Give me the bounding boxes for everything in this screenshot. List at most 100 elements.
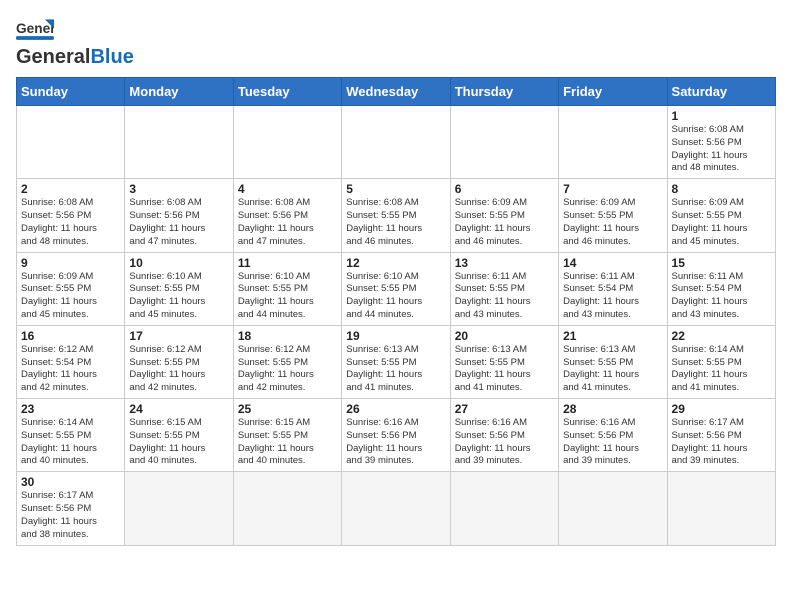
day-info: Sunrise: 6:08 AM Sunset: 5:56 PM Dayligh… <box>238 197 337 248</box>
calendar-cell <box>125 472 233 545</box>
logo-blue: Blue <box>90 46 133 69</box>
calendar-cell <box>667 472 775 545</box>
day-info: Sunrise: 6:11 AM Sunset: 5:55 PM Dayligh… <box>455 271 554 322</box>
day-info: Sunrise: 6:12 AM Sunset: 5:55 PM Dayligh… <box>129 344 228 395</box>
calendar-cell: 10Sunrise: 6:10 AM Sunset: 5:55 PM Dayli… <box>125 252 233 325</box>
calendar-cell <box>233 472 341 545</box>
calendar-header-row: SundayMondayTuesdayWednesdayThursdayFrid… <box>17 78 776 106</box>
calendar-cell: 11Sunrise: 6:10 AM Sunset: 5:55 PM Dayli… <box>233 252 341 325</box>
day-info: Sunrise: 6:12 AM Sunset: 5:54 PM Dayligh… <box>21 344 120 395</box>
calendar-cell: 20Sunrise: 6:13 AM Sunset: 5:55 PM Dayli… <box>450 325 558 398</box>
calendar-cell: 12Sunrise: 6:10 AM Sunset: 5:55 PM Dayli… <box>342 252 450 325</box>
day-number: 12 <box>346 256 445 270</box>
day-number: 21 <box>563 329 662 343</box>
calendar-cell: 8Sunrise: 6:09 AM Sunset: 5:55 PM Daylig… <box>667 179 775 252</box>
day-info: Sunrise: 6:10 AM Sunset: 5:55 PM Dayligh… <box>238 271 337 322</box>
calendar-cell: 18Sunrise: 6:12 AM Sunset: 5:55 PM Dayli… <box>233 325 341 398</box>
day-of-week-header: Monday <box>125 78 233 106</box>
calendar-cell <box>450 472 558 545</box>
day-info: Sunrise: 6:10 AM Sunset: 5:55 PM Dayligh… <box>129 271 228 322</box>
day-number: 18 <box>238 329 337 343</box>
day-info: Sunrise: 6:17 AM Sunset: 5:56 PM Dayligh… <box>672 417 771 468</box>
calendar-cell <box>125 106 233 179</box>
day-info: Sunrise: 6:08 AM Sunset: 5:56 PM Dayligh… <box>129 197 228 248</box>
calendar-week-row: 23Sunrise: 6:14 AM Sunset: 5:55 PM Dayli… <box>17 399 776 472</box>
day-info: Sunrise: 6:08 AM Sunset: 5:55 PM Dayligh… <box>346 197 445 248</box>
calendar-cell: 4Sunrise: 6:08 AM Sunset: 5:56 PM Daylig… <box>233 179 341 252</box>
day-number: 25 <box>238 402 337 416</box>
day-info: Sunrise: 6:16 AM Sunset: 5:56 PM Dayligh… <box>346 417 445 468</box>
calendar-cell: 19Sunrise: 6:13 AM Sunset: 5:55 PM Dayli… <box>342 325 450 398</box>
calendar-cell: 23Sunrise: 6:14 AM Sunset: 5:55 PM Dayli… <box>17 399 125 472</box>
day-info: Sunrise: 6:16 AM Sunset: 5:56 PM Dayligh… <box>563 417 662 468</box>
day-number: 7 <box>563 182 662 196</box>
day-number: 24 <box>129 402 228 416</box>
calendar-cell <box>559 106 667 179</box>
calendar-cell: 1Sunrise: 6:08 AM Sunset: 5:56 PM Daylig… <box>667 106 775 179</box>
day-info: Sunrise: 6:11 AM Sunset: 5:54 PM Dayligh… <box>672 271 771 322</box>
day-number: 2 <box>21 182 120 196</box>
day-info: Sunrise: 6:13 AM Sunset: 5:55 PM Dayligh… <box>563 344 662 395</box>
day-number: 8 <box>672 182 771 196</box>
calendar-cell: 15Sunrise: 6:11 AM Sunset: 5:54 PM Dayli… <box>667 252 775 325</box>
calendar-cell <box>342 106 450 179</box>
day-number: 28 <box>563 402 662 416</box>
page-header: General GeneralBlue <box>16 16 776 69</box>
day-number: 11 <box>238 256 337 270</box>
day-number: 4 <box>238 182 337 196</box>
calendar-cell: 7Sunrise: 6:09 AM Sunset: 5:55 PM Daylig… <box>559 179 667 252</box>
day-number: 29 <box>672 402 771 416</box>
day-number: 22 <box>672 329 771 343</box>
day-of-week-header: Sunday <box>17 78 125 106</box>
calendar-cell: 24Sunrise: 6:15 AM Sunset: 5:55 PM Dayli… <box>125 399 233 472</box>
day-number: 17 <box>129 329 228 343</box>
calendar-cell: 29Sunrise: 6:17 AM Sunset: 5:56 PM Dayli… <box>667 399 775 472</box>
calendar-cell: 14Sunrise: 6:11 AM Sunset: 5:54 PM Dayli… <box>559 252 667 325</box>
calendar-cell <box>559 472 667 545</box>
day-info: Sunrise: 6:13 AM Sunset: 5:55 PM Dayligh… <box>455 344 554 395</box>
day-number: 3 <box>129 182 228 196</box>
logo: General GeneralBlue <box>16 16 134 69</box>
calendar-cell <box>17 106 125 179</box>
calendar-cell <box>233 106 341 179</box>
calendar-cell: 5Sunrise: 6:08 AM Sunset: 5:55 PM Daylig… <box>342 179 450 252</box>
calendar-week-row: 16Sunrise: 6:12 AM Sunset: 5:54 PM Dayli… <box>17 325 776 398</box>
calendar-week-row: 2 Sunrise: 6:08 AM Sunset: 5:56 PM Daylig… <box>17 179 776 252</box>
calendar-cell: 16Sunrise: 6:12 AM Sunset: 5:54 PM Dayli… <box>17 325 125 398</box>
day-info: Sunrise: 6:09 AM Sunset: 5:55 PM Dayligh… <box>563 197 662 248</box>
day-of-week-header: Saturday <box>667 78 775 106</box>
calendar-cell: 13Sunrise: 6:11 AM Sunset: 5:55 PM Dayli… <box>450 252 558 325</box>
calendar-table: SundayMondayTuesdayWednesdayThursdayFrid… <box>16 77 776 546</box>
calendar-cell <box>450 106 558 179</box>
day-of-week-header: Tuesday <box>233 78 341 106</box>
day-number: 14 <box>563 256 662 270</box>
day-info: Sunrise: 6:11 AM Sunset: 5:54 PM Dayligh… <box>563 271 662 322</box>
calendar-cell: 22Sunrise: 6:14 AM Sunset: 5:55 PM Dayli… <box>667 325 775 398</box>
day-info: Sunrise: 6:10 AM Sunset: 5:55 PM Dayligh… <box>346 271 445 322</box>
logo-icon: General <box>16 16 54 44</box>
day-info: Sunrise: 6:13 AM Sunset: 5:55 PM Dayligh… <box>346 344 445 395</box>
svg-text:General: General <box>16 21 54 36</box>
calendar-week-row: 9Sunrise: 6:09 AM Sunset: 5:55 PM Daylig… <box>17 252 776 325</box>
day-info: Sunrise: 6:14 AM Sunset: 5:55 PM Dayligh… <box>672 344 771 395</box>
calendar-cell: 6Sunrise: 6:09 AM Sunset: 5:55 PM Daylig… <box>450 179 558 252</box>
calendar-week-row: 1Sunrise: 6:08 AM Sunset: 5:56 PM Daylig… <box>17 106 776 179</box>
day-info: Sunrise: 6:09 AM Sunset: 5:55 PM Dayligh… <box>672 197 771 248</box>
day-info: Sunrise: 6:15 AM Sunset: 5:55 PM Dayligh… <box>129 417 228 468</box>
day-number: 9 <box>21 256 120 270</box>
day-number: 26 <box>346 402 445 416</box>
day-number: 15 <box>672 256 771 270</box>
calendar-cell: 26Sunrise: 6:16 AM Sunset: 5:56 PM Dayli… <box>342 399 450 472</box>
calendar-cell: 9Sunrise: 6:09 AM Sunset: 5:55 PM Daylig… <box>17 252 125 325</box>
day-of-week-header: Wednesday <box>342 78 450 106</box>
logo-general: General <box>16 46 90 69</box>
day-number: 5 <box>346 182 445 196</box>
day-info: Sunrise: 6:12 AM Sunset: 5:55 PM Dayligh… <box>238 344 337 395</box>
day-number: 16 <box>21 329 120 343</box>
calendar-cell <box>342 472 450 545</box>
day-number: 6 <box>455 182 554 196</box>
day-info: Sunrise: 6:09 AM Sunset: 5:55 PM Dayligh… <box>21 271 120 322</box>
calendar-cell: 30Sunrise: 6:17 AM Sunset: 5:56 PM Dayli… <box>17 472 125 545</box>
day-info: Sunrise: 6:08 AM Sunset: 5:56 PM Dayligh… <box>672 124 771 175</box>
calendar-cell: 21Sunrise: 6:13 AM Sunset: 5:55 PM Dayli… <box>559 325 667 398</box>
